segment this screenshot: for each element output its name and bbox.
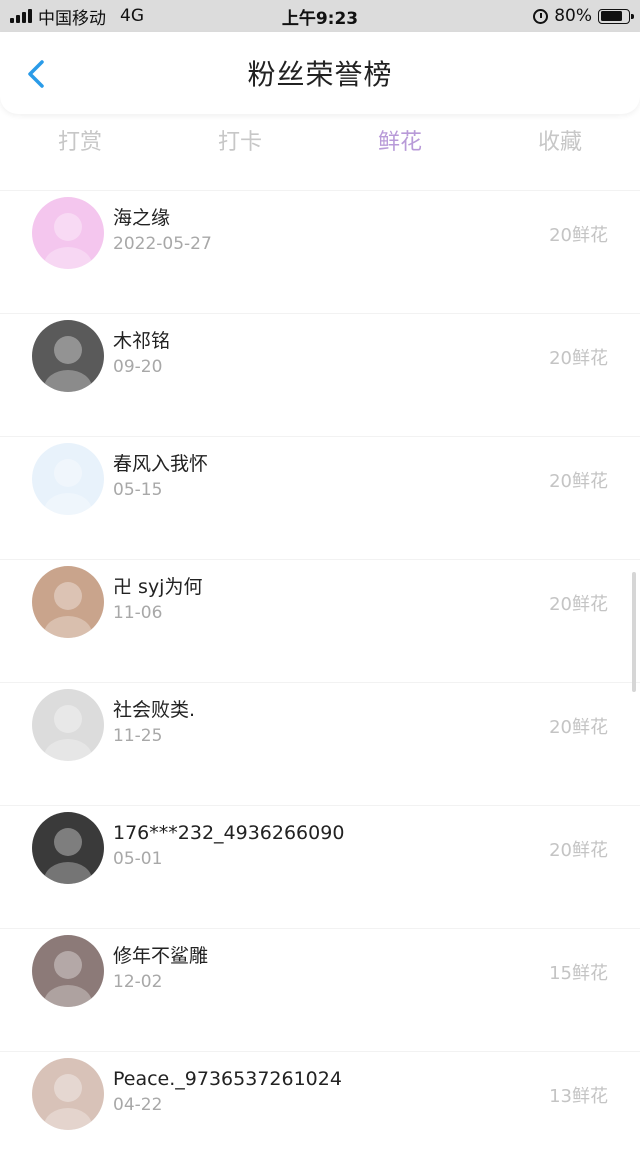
fan-info: 176***232_4936266090 05-01 (113, 820, 344, 872)
fan-name: 修年不鲨雕 (113, 945, 209, 967)
fan-date: 11-25 (113, 726, 163, 746)
avatar[interactable] (32, 1058, 104, 1130)
flower-count: 20鲜花 (549, 348, 608, 369)
fan-date: 09-20 (113, 357, 163, 377)
avatar-image (32, 1058, 104, 1130)
list-item[interactable]: 春风入我怀 05-15 20鲜花 (0, 436, 640, 559)
nav-bar: 粉丝荣誉榜 (0, 32, 640, 114)
status-right: 80% (533, 6, 634, 26)
avatar[interactable] (32, 812, 104, 884)
tab-flowers[interactable]: 鲜花 (320, 118, 480, 168)
battery-percent: 80% (554, 6, 592, 26)
flower-count: 20鲜花 (549, 471, 608, 492)
flower-count: 13鲜花 (549, 1086, 608, 1107)
fan-date: 05-01 (113, 849, 163, 869)
chevron-left-icon (28, 60, 44, 88)
tab-bar: 打赏 打卡 鲜花 收藏 (0, 118, 640, 168)
list-item[interactable]: 176***232_4936266090 05-01 20鲜花 (0, 805, 640, 928)
alarm-icon (533, 8, 549, 24)
fan-date: 12-02 (113, 972, 163, 992)
avatar[interactable] (32, 443, 104, 515)
avatar[interactable] (32, 566, 104, 638)
status-bar: 中国移动 4G 上午9:23 80% (0, 0, 640, 32)
list-item[interactable]: 海之缘 2022-05-27 20鲜花 (0, 190, 640, 313)
fan-date: 04-22 (113, 1095, 163, 1115)
flower-count: 20鲜花 (549, 840, 608, 861)
fan-date: 05-15 (113, 480, 163, 500)
fan-info: 春风入我怀 05-15 (113, 451, 208, 503)
battery-icon (598, 8, 634, 24)
avatar[interactable] (32, 197, 104, 269)
fan-info: 社会败类. 11-25 (113, 697, 195, 749)
list-item[interactable]: 卍 syj为何 11-06 20鲜花 (0, 559, 640, 682)
fan-name: Peace._9736537261024 (113, 1068, 342, 1090)
flower-count: 20鲜花 (549, 594, 608, 615)
avatar[interactable] (32, 935, 104, 1007)
list-item[interactable]: 木祁铭 09-20 20鲜花 (0, 313, 640, 436)
fan-info: 海之缘 2022-05-27 (113, 205, 212, 257)
fan-name: 海之缘 (113, 207, 171, 229)
fan-date: 2022-05-27 (113, 234, 212, 254)
network-type: 4G (120, 6, 144, 26)
flower-count: 15鲜花 (549, 963, 608, 984)
scrollbar[interactable] (632, 572, 636, 692)
avatar-image (32, 443, 104, 515)
fan-name: 176***232_4936266090 (113, 822, 345, 844)
page-title: 粉丝荣誉榜 (247, 58, 393, 91)
avatar-image (32, 197, 104, 269)
fan-info: Peace._9736537261024 04-22 (113, 1066, 342, 1118)
tab-checkin[interactable]: 打卡 (160, 118, 320, 168)
avatar[interactable] (32, 689, 104, 761)
fan-date: 11-06 (113, 603, 163, 623)
avatar[interactable] (32, 320, 104, 392)
avatar-image (32, 812, 104, 884)
fan-info: 木祁铭 09-20 (113, 328, 170, 380)
fan-info: 卍 syj为何 11-06 (113, 574, 202, 626)
avatar-image (32, 689, 104, 761)
avatar-image (32, 320, 104, 392)
status-left: 中国移动 4G (10, 4, 144, 29)
list-item[interactable]: Peace._9736537261024 04-22 13鲜花 (0, 1051, 640, 1174)
fan-name: 木祁铭 (113, 330, 171, 352)
tab-reward[interactable]: 打赏 (0, 118, 160, 168)
fan-info: 修年不鲨雕 12-02 (113, 943, 208, 995)
carrier-name: 中国移动 (38, 8, 106, 29)
fan-name: 社会败类. (113, 699, 196, 721)
signal-icon (10, 9, 32, 23)
fan-name: 春风入我怀 (113, 453, 209, 475)
avatar-image (32, 935, 104, 1007)
list-item[interactable]: 社会败类. 11-25 20鲜花 (0, 682, 640, 805)
tab-favorites[interactable]: 收藏 (480, 118, 640, 168)
back-button[interactable] (20, 56, 56, 92)
flower-count: 20鲜花 (549, 225, 608, 246)
avatar-image (32, 566, 104, 638)
list-item[interactable]: 修年不鲨雕 12-02 15鲜花 (0, 928, 640, 1051)
fan-list: 海之缘 2022-05-27 20鲜花 木祁铭 09-20 20鲜花 春风入我怀 05-15 2… (0, 190, 640, 1174)
battery-fill (600, 11, 623, 21)
flower-count: 20鲜花 (549, 717, 608, 738)
fan-name: 卍 syj为何 (113, 576, 203, 598)
